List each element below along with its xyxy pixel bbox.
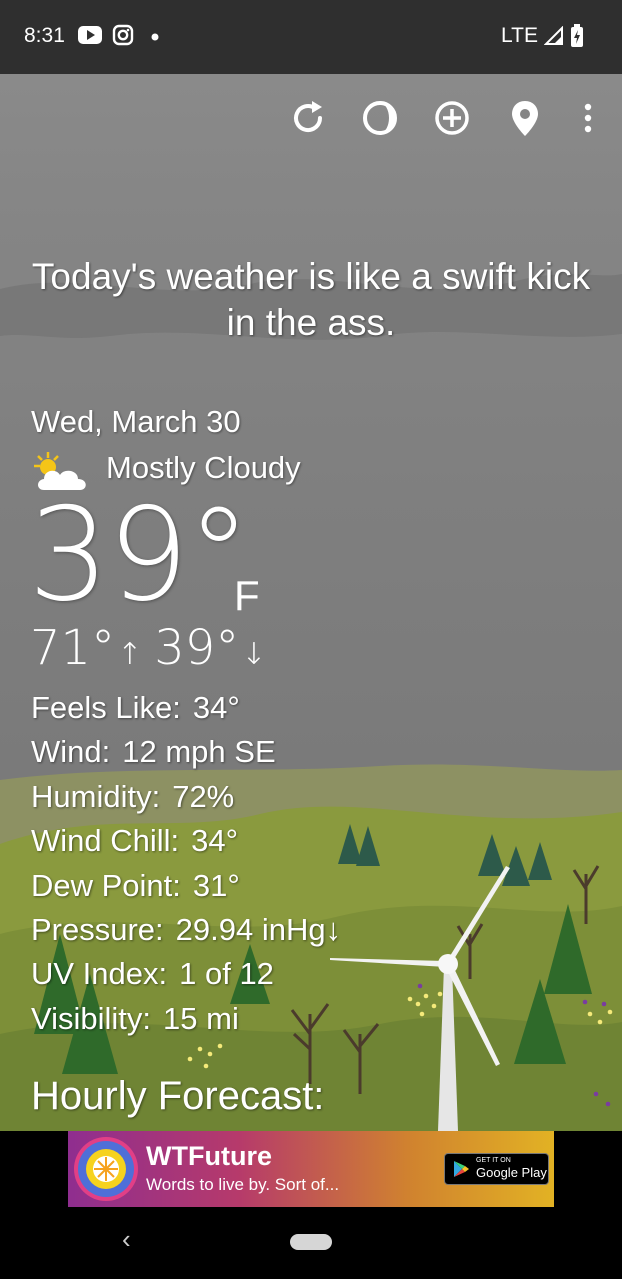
- more-options-button[interactable]: [566, 96, 610, 140]
- google-play-icon: [454, 1161, 469, 1177]
- google-play-text: Google Play: [476, 1165, 547, 1180]
- google-play-small-text: GET IT ON: [476, 1157, 511, 1164]
- add-location-icon: [435, 101, 469, 135]
- ad-area: WTFuture Words to live by. Sort of... GE…: [0, 1131, 622, 1210]
- low-temp: 39°: [154, 620, 240, 676]
- location-pin-icon: [512, 101, 538, 136]
- location-button[interactable]: [503, 96, 547, 140]
- refresh-button[interactable]: [286, 96, 330, 140]
- add-location-button[interactable]: [430, 96, 474, 140]
- moon-phase-button[interactable]: [358, 96, 402, 140]
- ad-title: WTFuture: [146, 1141, 272, 1171]
- detail-visibility: Visibility: 15 mi: [31, 1000, 239, 1036]
- instagram-icon: [112, 24, 134, 46]
- navigation-bar: ‹: [0, 1210, 622, 1279]
- current-temperature: 39°: [28, 481, 251, 630]
- weather-tagline: Today's weather is like a swift kick in …: [31, 256, 591, 343]
- detail-uv-index: UV Index: 1 of 12: [31, 956, 274, 992]
- google-play-badge[interactable]: GET IT ON Google Play: [444, 1153, 549, 1185]
- ad-subtitle: Words to live by. Sort of...: [146, 1175, 340, 1194]
- down-arrow-icon: ↓: [241, 637, 267, 672]
- zodiac-wheel-icon: [74, 1137, 138, 1201]
- high-low-temps: 71° ↑ 39° ↓: [30, 620, 268, 676]
- high-temp: 71°: [30, 620, 116, 676]
- detail-wind: Wind: 12 mph SE: [31, 734, 276, 770]
- notification-dot-icon: [151, 33, 159, 41]
- ad-banner[interactable]: WTFuture Words to live by. Sort of... GE…: [68, 1131, 554, 1207]
- detail-dew-point: Dew Point: 31°: [31, 867, 240, 903]
- up-arrow-icon: ↑: [117, 637, 143, 672]
- weather-app: Today's weather is like a swift kick in …: [0, 74, 622, 1131]
- temperature-unit: F: [234, 572, 260, 619]
- signal-icon: [544, 26, 563, 45]
- back-icon[interactable]: ‹: [122, 1224, 131, 1255]
- moon-phase-icon: [363, 101, 397, 135]
- forecast-date: Wed, March 30: [31, 404, 241, 439]
- status-bar: 8:31 LTE: [0, 0, 622, 74]
- hourly-forecast-heading: Hourly Forecast:: [31, 1074, 325, 1118]
- youtube-icon: [78, 26, 102, 44]
- battery-charging-icon: [571, 24, 583, 47]
- more-options-icon: [584, 103, 592, 133]
- detail-humidity: Humidity: 72%: [31, 778, 235, 814]
- network-type: LTE: [501, 24, 538, 47]
- status-time: 8:31: [24, 24, 65, 47]
- home-pill-button[interactable]: [290, 1234, 332, 1250]
- detail-wind-chill: Wind Chill: 34°: [31, 823, 239, 859]
- refresh-icon: [294, 101, 323, 133]
- detail-feels-like: Feels Like: 34°: [31, 690, 240, 725]
- detail-pressure: Pressure: 29.94 inHg↓: [31, 911, 342, 947]
- weather-details: Feels Like: 34° Wind: 12 mph SE Humidity: 7…: [31, 686, 341, 1041]
